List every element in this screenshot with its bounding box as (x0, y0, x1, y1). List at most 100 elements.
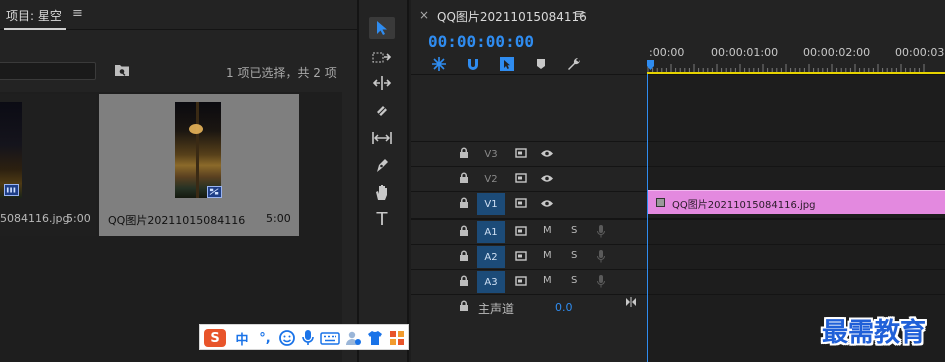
clip-thumbnail (175, 102, 221, 198)
toolbox-grid-icon[interactable] (388, 329, 406, 347)
pen-icon (377, 159, 388, 172)
track-target-v1[interactable]: V1 (477, 193, 505, 215)
track-row-a3: A3 M S (411, 269, 945, 295)
solo-button[interactable]: S (571, 275, 577, 286)
razor-tool-button[interactable] (369, 100, 395, 122)
lock-icon[interactable] (459, 275, 469, 287)
selection-tool-button[interactable] (369, 17, 395, 39)
new-bin-icon[interactable] (114, 63, 130, 77)
sync-lock-icon[interactable] (515, 251, 527, 261)
track-header-v2: V2 (411, 167, 647, 191)
sync-lock-icon[interactable] (515, 226, 527, 236)
mute-button[interactable]: M (543, 225, 552, 236)
fx-badge-icon (656, 198, 665, 207)
slip-icon (372, 132, 392, 144)
project-item-clip-2-selected[interactable]: QQ图片20211015084116 5:00 (99, 94, 299, 236)
watermark-logo: 最需教育 (822, 318, 927, 348)
ruler-label: :00:00 (649, 46, 685, 59)
ime-toolbar: S 中 °, (199, 324, 409, 350)
lock-icon[interactable] (459, 147, 469, 159)
track-select-tool-button[interactable] (369, 47, 395, 69)
track-row-a2: A2 M S (411, 244, 945, 270)
hand-icon (376, 185, 387, 200)
project-panel-title[interactable]: 项目: 星空 (6, 7, 62, 24)
project-search-input[interactable] (0, 62, 96, 80)
project-panel: 项目: 星空 ≡ 1 项已选择，共 2 项 5084116.jpg 5:00 Q… (0, 0, 357, 362)
clip-1-name: 5084116.jpg (0, 212, 70, 225)
track-header-v1: V1 (411, 192, 647, 216)
nest-sequence-toggle[interactable] (430, 55, 448, 73)
eye-icon[interactable] (540, 174, 554, 183)
lock-icon[interactable] (459, 300, 469, 312)
sogou-logo-icon[interactable]: S (204, 329, 226, 347)
track-target-a2[interactable]: A2 (477, 246, 505, 268)
sync-lock-icon[interactable] (515, 148, 527, 158)
sync-lock-icon[interactable] (515, 276, 527, 286)
timeline-clip[interactable]: QQ图片20211015084116.jpg (648, 190, 945, 214)
emoji-icon[interactable] (278, 329, 296, 347)
mute-button[interactable]: M (543, 275, 552, 286)
slip-tool-button[interactable] (369, 127, 395, 149)
nest-icon (432, 57, 446, 71)
skin-shirt-icon[interactable] (366, 329, 384, 347)
tools-panel: T (357, 0, 409, 362)
ime-punctuation[interactable]: °, (256, 329, 274, 347)
lock-icon[interactable] (459, 250, 469, 262)
track-row-v2: V2 (411, 166, 945, 192)
track-target-v2[interactable]: V2 (477, 168, 505, 190)
ripple-edit-icon (372, 76, 392, 90)
track-target-a3[interactable]: A3 (477, 271, 505, 293)
master-volume-value[interactable]: 0.0 (555, 301, 573, 314)
microphone-icon[interactable] (597, 225, 605, 238)
type-tool-button[interactable]: T (369, 208, 395, 230)
ruler-label: 00:00:02:00 (803, 46, 871, 59)
playhead-timecode[interactable]: 00:00:00:00 (428, 32, 534, 51)
razor-icon (377, 106, 387, 116)
track-header-a3: A3 M S (411, 270, 647, 294)
solo-button[interactable]: S (571, 250, 577, 261)
clip-2-name: QQ图片20211015084116 (108, 214, 246, 227)
lock-icon[interactable] (459, 172, 469, 184)
marker-icon (537, 59, 545, 69)
playhead-line[interactable] (647, 74, 648, 362)
hand-tool-button[interactable] (369, 181, 395, 203)
track-target-v3[interactable]: V3 (477, 143, 505, 165)
add-marker-button[interactable] (532, 55, 550, 73)
go-to-end-icon[interactable] (625, 297, 637, 307)
eye-icon[interactable] (540, 149, 554, 158)
ime-mode-chinese[interactable]: 中 (232, 329, 252, 348)
microphone-icon[interactable] (300, 329, 316, 347)
solo-button[interactable]: S (571, 225, 577, 236)
linked-selection-icon (500, 57, 514, 71)
sequence-tab-title[interactable]: QQ图片20211015084116 (437, 8, 587, 25)
type-tool-icon: T (376, 208, 388, 230)
track-row-a1: A1 M S (411, 218, 945, 245)
keyboard-icon[interactable] (320, 329, 340, 347)
snap-toggle[interactable] (464, 55, 482, 73)
track-header-v3: V3 (411, 142, 647, 166)
track-header-master (411, 295, 647, 321)
image-badge-icon (207, 186, 222, 198)
ripple-edit-tool-button[interactable] (369, 72, 395, 94)
close-sequence-icon[interactable]: × (419, 8, 429, 22)
panel-menu-icon[interactable]: ≡ (72, 6, 83, 21)
eye-icon[interactable] (540, 199, 554, 208)
lock-icon[interactable] (459, 197, 469, 209)
sync-lock-icon[interactable] (515, 173, 527, 183)
track-target-a1[interactable]: A1 (477, 221, 505, 243)
clip-1-duration: 5:00 (66, 212, 91, 225)
time-ruler[interactable]: :00:00 00:00:01:00 00:00:02:00 00:00:03:… (647, 40, 945, 74)
pen-tool-button[interactable] (369, 154, 395, 176)
lock-icon[interactable] (459, 225, 469, 237)
panel-menu-icon[interactable]: ≡ (574, 7, 585, 22)
sync-lock-icon[interactable] (515, 198, 527, 208)
mute-button[interactable]: M (543, 250, 552, 261)
timeline-settings-button[interactable] (565, 55, 583, 73)
linked-selection-toggle[interactable] (498, 55, 516, 73)
ruler-label: 00:00:01:00 (711, 46, 779, 59)
microphone-icon[interactable] (597, 275, 605, 288)
user-icon[interactable] (344, 329, 362, 347)
thumbnail-pole (196, 102, 199, 198)
timeline-clip-name: QQ图片20211015084116.jpg (672, 200, 816, 211)
microphone-icon[interactable] (597, 250, 605, 263)
